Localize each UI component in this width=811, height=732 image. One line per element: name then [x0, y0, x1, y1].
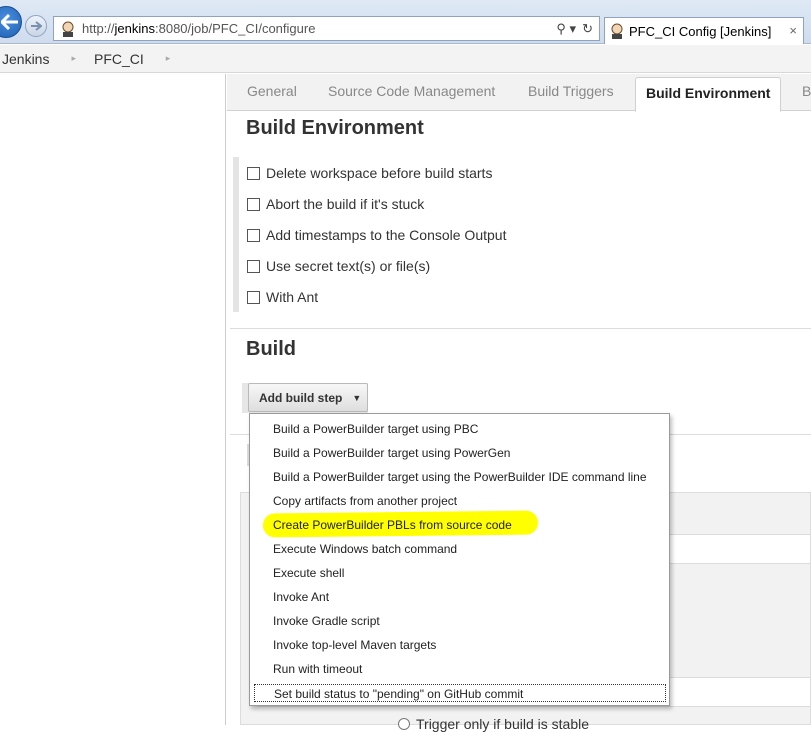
tab-close-icon[interactable]: × — [789, 23, 797, 38]
option-add-timestamps[interactable]: Add timestamps to the Console Output — [247, 227, 506, 243]
checkbox[interactable] — [247, 290, 260, 304]
checkbox[interactable] — [247, 166, 260, 180]
add-build-step-wrapper: Add build step ▼ — [242, 383, 368, 413]
build-heading: Build — [246, 338, 296, 360]
option-with-ant[interactable]: With Ant — [247, 289, 318, 305]
menu-item-powergen[interactable]: Build a PowerBuilder target using PowerG… — [273, 446, 510, 460]
breadcrumb: Jenkins ▸ PFC_CI ▸ — [0, 45, 811, 73]
add-build-step-menu: Build a PowerBuilder target using PBC Bu… — [249, 413, 670, 706]
config-tab-bar: General Source Code Management Build Tri… — [227, 74, 811, 112]
refresh-icon[interactable]: ↻ — [582, 21, 593, 37]
option-abort-if-stuck[interactable]: Abort the build if it's stuck — [247, 196, 424, 212]
menu-item-copy-artifacts[interactable]: Copy artifacts from another project — [273, 494, 457, 508]
breadcrumb-jenkins[interactable]: Jenkins — [0, 51, 55, 67]
back-button[interactable] — [0, 6, 22, 38]
section-divider — [230, 328, 811, 329]
menu-item-invoke-ant[interactable]: Invoke Ant — [273, 590, 329, 604]
jenkins-favicon-icon — [60, 21, 76, 37]
tab-general[interactable]: General — [247, 83, 297, 99]
checkbox[interactable] — [247, 228, 260, 242]
jenkins-tab-icon — [609, 23, 625, 39]
menu-item-invoke-maven[interactable]: Invoke top-level Maven targets — [273, 638, 436, 652]
menu-item-execute-shell[interactable]: Execute shell — [273, 566, 344, 580]
menu-item-ide-command-line[interactable]: Build a PowerBuilder target using the Po… — [273, 470, 647, 484]
forward-button[interactable] — [25, 15, 47, 37]
breadcrumb-chevron-icon[interactable]: ▸ — [166, 53, 171, 64]
tab-build-triggers[interactable]: Build Triggers — [528, 83, 614, 99]
option-delete-workspace[interactable]: Delete workspace before build starts — [247, 165, 492, 181]
checkbox[interactable] — [247, 197, 260, 211]
radio-button[interactable] — [398, 718, 410, 730]
search-dropdown-icon[interactable]: ⚲ ▾ — [556, 21, 576, 37]
menu-item-github-pending[interactable]: Set build status to "pending" on GitHub … — [254, 684, 666, 702]
side-panel — [0, 74, 226, 725]
option-use-secret[interactable]: Use secret text(s) or file(s) — [247, 258, 430, 274]
address-bar[interactable]: http://jenkins:8080/job/PFC_CI/configure… — [53, 16, 600, 41]
add-build-step-button[interactable]: Add build step ▼ — [248, 383, 368, 412]
menu-item-run-with-timeout[interactable]: Run with timeout — [273, 662, 362, 676]
trigger-stable-option[interactable]: Trigger only if build is stable — [398, 716, 589, 732]
url-text: http://jenkins:8080/job/PFC_CI/configure — [82, 21, 316, 36]
forward-arrow-icon — [31, 21, 42, 31]
dropdown-caret-icon: ▼ — [352, 392, 362, 403]
menu-item-windows-batch[interactable]: Execute Windows batch command — [273, 542, 457, 556]
menu-item-invoke-gradle[interactable]: Invoke Gradle script — [273, 614, 380, 628]
build-environment-heading: Build Environment — [246, 117, 424, 139]
menu-item-create-pbls[interactable]: Create PowerBuilder PBLs from source cod… — [273, 518, 512, 532]
menu-item-pbc[interactable]: Build a PowerBuilder target using PBC — [273, 422, 478, 436]
browser-tab[interactable]: PFC_CI Config [Jenkins] × — [604, 17, 804, 44]
tab-next-partial[interactable]: B — [802, 83, 811, 99]
options-block-bar — [233, 157, 239, 312]
tab-title: PFC_CI Config [Jenkins] — [629, 23, 772, 39]
tab-source-code-management[interactable]: Source Code Management — [328, 83, 495, 99]
breadcrumb-chevron-icon[interactable]: ▸ — [71, 53, 76, 64]
checkbox[interactable] — [247, 259, 260, 273]
back-arrow-icon — [1, 14, 18, 30]
browser-toolbar: http://jenkins:8080/job/PFC_CI/configure… — [0, 0, 811, 44]
tab-build-environment[interactable]: Build Environment — [635, 77, 782, 112]
breadcrumb-pfc-ci[interactable]: PFC_CI — [92, 51, 150, 67]
